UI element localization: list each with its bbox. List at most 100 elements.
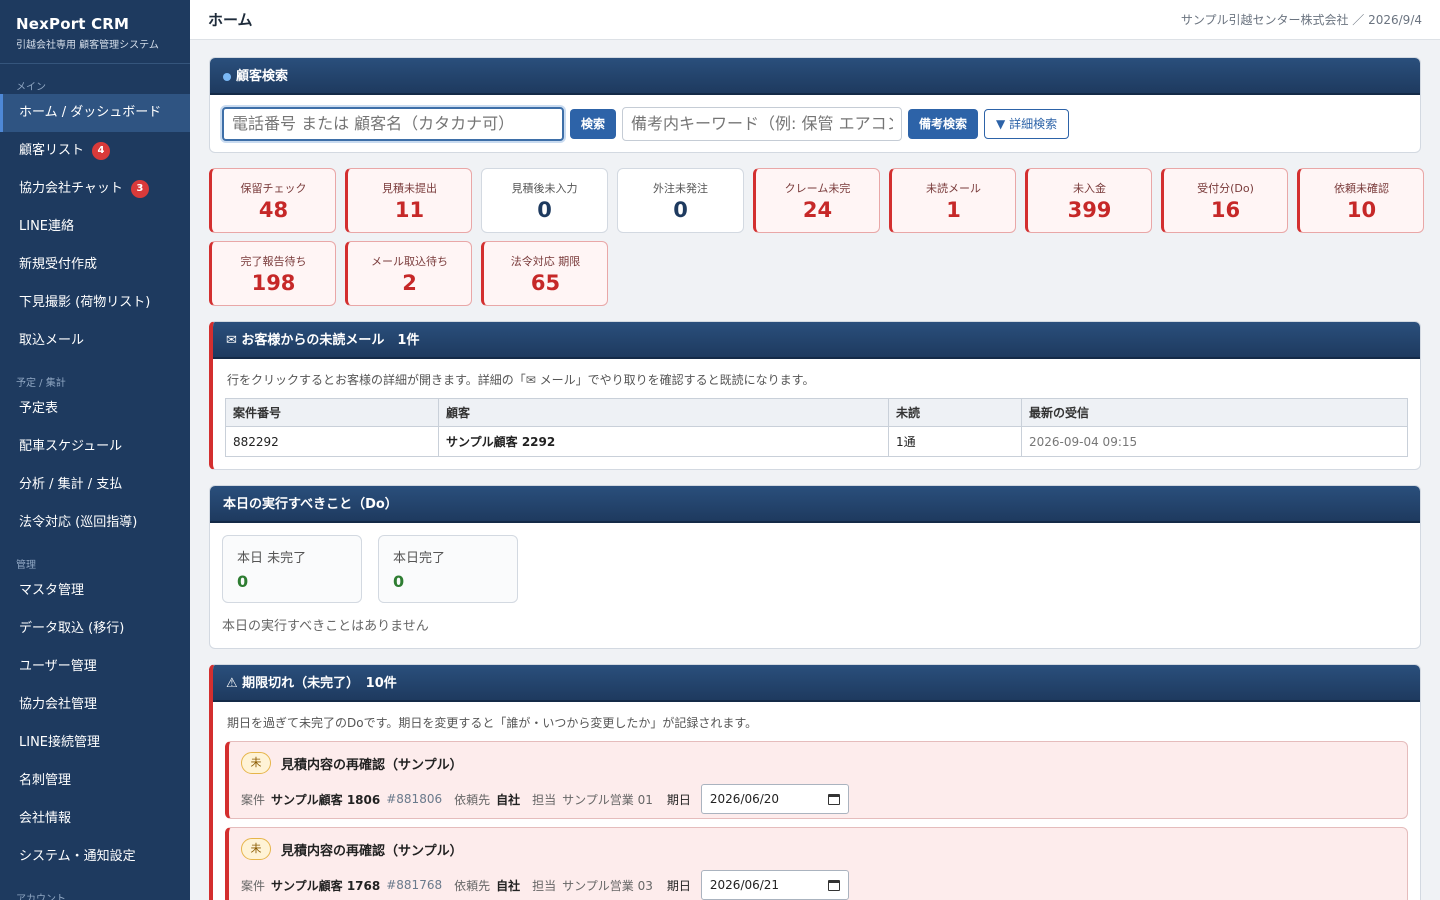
sidebar-item[interactable]: ホーム / ダッシュボード — [0, 94, 190, 132]
sidebar-item[interactable]: 名刺管理 — [0, 762, 190, 800]
stat-label: 未入金 — [1073, 182, 1106, 195]
task-requester: 自社 — [496, 792, 521, 807]
count-badge: 3 — [130, 180, 149, 198]
sidebar-item-label: システム・通知設定 — [19, 849, 136, 864]
sidebar-item[interactable]: 配車スケジュール — [0, 428, 190, 466]
stat-card[interactable]: クレーム未完 24 — [753, 168, 880, 233]
stat-label: クレーム未完 — [784, 182, 851, 195]
stat-card[interactable]: 保留チェック 48 — [209, 168, 336, 233]
stat-card[interactable]: 完了報告待ち 198 — [209, 241, 336, 306]
overdue-task-card[interactable]: 未見積内容の再確認（サンプル） 案件 サンプル顧客 1806 #881806 依頼先 自社… — [225, 741, 1408, 819]
sidebar-item-label: 顧客リスト — [19, 143, 85, 158]
nav-section-label: アカウント — [16, 894, 66, 900]
customer-search-panel: 顧客検索 検索 備考検索 ▼ 詳細検索 — [209, 57, 1421, 153]
stat-label: メール取込待ち — [371, 255, 448, 268]
task-customer: サンプル顧客 1806 — [271, 792, 381, 807]
stat-card[interactable]: 外注未発注 0 — [617, 168, 744, 233]
calendar-icon[interactable] — [827, 879, 840, 891]
column-latest-received: 最新の受信 — [1021, 398, 1408, 427]
stat-value: 65 — [530, 271, 561, 295]
sidebar-item-label: LINE連絡 — [19, 219, 75, 234]
sidebar-item[interactable]: 分析 / 集計 / 支払 — [0, 466, 190, 504]
count-badge: 4 — [92, 142, 111, 160]
sidebar-item-label: データ取込 (移行) — [19, 621, 125, 636]
task-meta: 案件 サンプル顧客 1768 #881768 依頼先 自社 担当 サンプル営業 03 期日 20… — [241, 870, 1395, 900]
sidebar-item[interactable]: 会社情報 — [0, 800, 190, 838]
sidebar-item-label: ホーム / ダッシュボード — [19, 105, 162, 120]
unread-count: 1通 — [888, 426, 1022, 457]
note-search-button[interactable]: 備考検索 — [908, 108, 979, 139]
stat-card[interactable]: 見積後未入力 0 — [481, 168, 608, 233]
today-incomplete-card: 本日 未完了 0 — [222, 535, 362, 603]
sidebar-item-label: LINE接続管理 — [19, 735, 101, 750]
sidebar-item[interactable]: 法令対応 (巡回指導) — [0, 504, 190, 542]
unread-mail-note: 行をクリックするとお客様の詳細が開きます。詳細の「✉ メール」でやり取りを確認す… — [227, 373, 815, 387]
table-header-row: 案件番号 顧客 未読 最新の受信 — [225, 398, 1408, 427]
stat-label: 受付分(Do) — [1197, 182, 1254, 195]
sidebar-item[interactable]: LINE接続管理 — [0, 724, 190, 762]
case-id: 882292 — [225, 426, 439, 457]
stat-card[interactable]: 受付分(Do) 16 — [1161, 168, 1288, 233]
customer-search-header: 顧客検索 — [210, 58, 1420, 95]
page-title: ホーム — [208, 11, 253, 29]
task-case-id: #881768 — [386, 878, 443, 892]
sidebar-item[interactable]: 協力会社管理 — [0, 686, 190, 724]
overdue-panel: ⚠ 期限切れ（未完了） 10件 期日を過ぎて未完了のDoです。期日を変更すると「… — [209, 664, 1421, 900]
sidebar-item-label: マスタ管理 — [19, 583, 85, 598]
sidebar-item[interactable]: 新規受付作成 — [0, 246, 190, 284]
calendar-icon[interactable] — [827, 793, 840, 805]
overdue-task-card[interactable]: 未見積内容の再確認（サンプル） 案件 サンプル顧客 1768 #881768 依頼先 自社… — [225, 827, 1408, 900]
table-row[interactable]: 882292 サンプル顧客 2292 1通 2026-09-04 09:15 — [225, 426, 1408, 457]
stat-card[interactable]: 見積未提出 11 — [345, 168, 472, 233]
sidebar-item[interactable]: 予定表 — [0, 390, 190, 428]
sidebar-item-label: ユーザー管理 — [19, 659, 97, 674]
task-customer: サンプル顧客 1768 — [271, 878, 381, 893]
search-row: 検索 備考検索 ▼ 詳細検索 — [222, 105, 1408, 142]
company-date: サンプル引越センター株式会社 ／ 2026/9/4 — [1180, 13, 1422, 27]
status-badge: 未 — [241, 752, 271, 774]
column-unread: 未読 — [888, 398, 1022, 427]
overdue-title: ⚠ 期限切れ（未完了） 10件 — [213, 665, 1420, 702]
unread-mail-title: ✉ お客様からの未読メール 1件 — [213, 322, 1420, 359]
requester-label: 依頼先 — [454, 792, 491, 807]
advanced-search-button[interactable]: ▼ 詳細検索 — [984, 108, 1070, 139]
note-keyword-input[interactable] — [622, 106, 903, 141]
sidebar-item[interactable]: 協力会社チャット 3 — [0, 170, 190, 208]
search-button[interactable]: 検索 — [570, 108, 617, 139]
stat-card[interactable]: 未読メール 1 — [889, 168, 1016, 233]
task-title: 見積内容の再確認（サンプル） — [281, 757, 463, 773]
stat-card[interactable]: 依頼未確認 10 — [1297, 168, 1424, 233]
sidebar-item-label: 予定表 — [19, 401, 59, 416]
stat-label: 見積後未入力 — [511, 182, 578, 195]
due-date-value: 2026/06/21 — [709, 878, 780, 892]
brand-subtitle: 引越会社専用 顧客管理システム — [16, 40, 159, 51]
due-date-input[interactable]: 2026/06/21 — [700, 870, 849, 900]
sidebar-item-label: 協力会社管理 — [19, 697, 98, 712]
today-do-title: 本日の実行すべきこと（Do） — [210, 486, 1420, 523]
nav-section-label: メイン — [16, 82, 46, 93]
due-date-input[interactable]: 2026/06/20 — [700, 784, 849, 814]
sidebar-item[interactable]: データ取込 (移行) — [0, 610, 190, 648]
stat-card[interactable]: 未入金 399 — [1025, 168, 1152, 233]
today-complete-label: 本日完了 — [393, 551, 446, 566]
sidebar-item[interactable]: マスタ管理 — [0, 572, 190, 610]
stat-value: 11 — [394, 198, 425, 222]
today-complete-value: 0 — [393, 572, 405, 591]
phone-name-search-input[interactable] — [222, 106, 564, 141]
stat-value: 0 — [537, 198, 552, 222]
today-incomplete-value: 0 — [237, 572, 249, 591]
owner-label: 担当 — [532, 878, 557, 893]
sidebar-item[interactable]: システム・通知設定 — [0, 838, 190, 876]
sidebar-item-label: 分析 / 集計 / 支払 — [19, 477, 123, 492]
overdue-note: 期日を過ぎて未完了のDoです。期日を変更すると「誰が・いつから変更したか」が記録… — [227, 716, 758, 730]
today-incomplete-label: 本日 未完了 — [237, 551, 307, 566]
stat-card[interactable]: メール取込待ち 2 — [345, 241, 472, 306]
sidebar-item[interactable]: ユーザー管理 — [0, 648, 190, 686]
sidebar-item[interactable]: LINE連絡 — [0, 208, 190, 246]
sidebar-nav: メインホーム / ダッシュボード 顧客リスト 4 協力会社チャット 3 LINE連絡新規受… — [0, 64, 190, 900]
sidebar-item[interactable]: 取込メール — [0, 322, 190, 360]
sidebar-item[interactable]: 顧客リスト 4 — [0, 132, 190, 170]
sidebar-item[interactable]: 下見撮影 (荷物リスト) — [0, 284, 190, 322]
stat-card[interactable]: 法令対応 期限 65 — [481, 241, 608, 306]
search-icon — [223, 72, 231, 81]
